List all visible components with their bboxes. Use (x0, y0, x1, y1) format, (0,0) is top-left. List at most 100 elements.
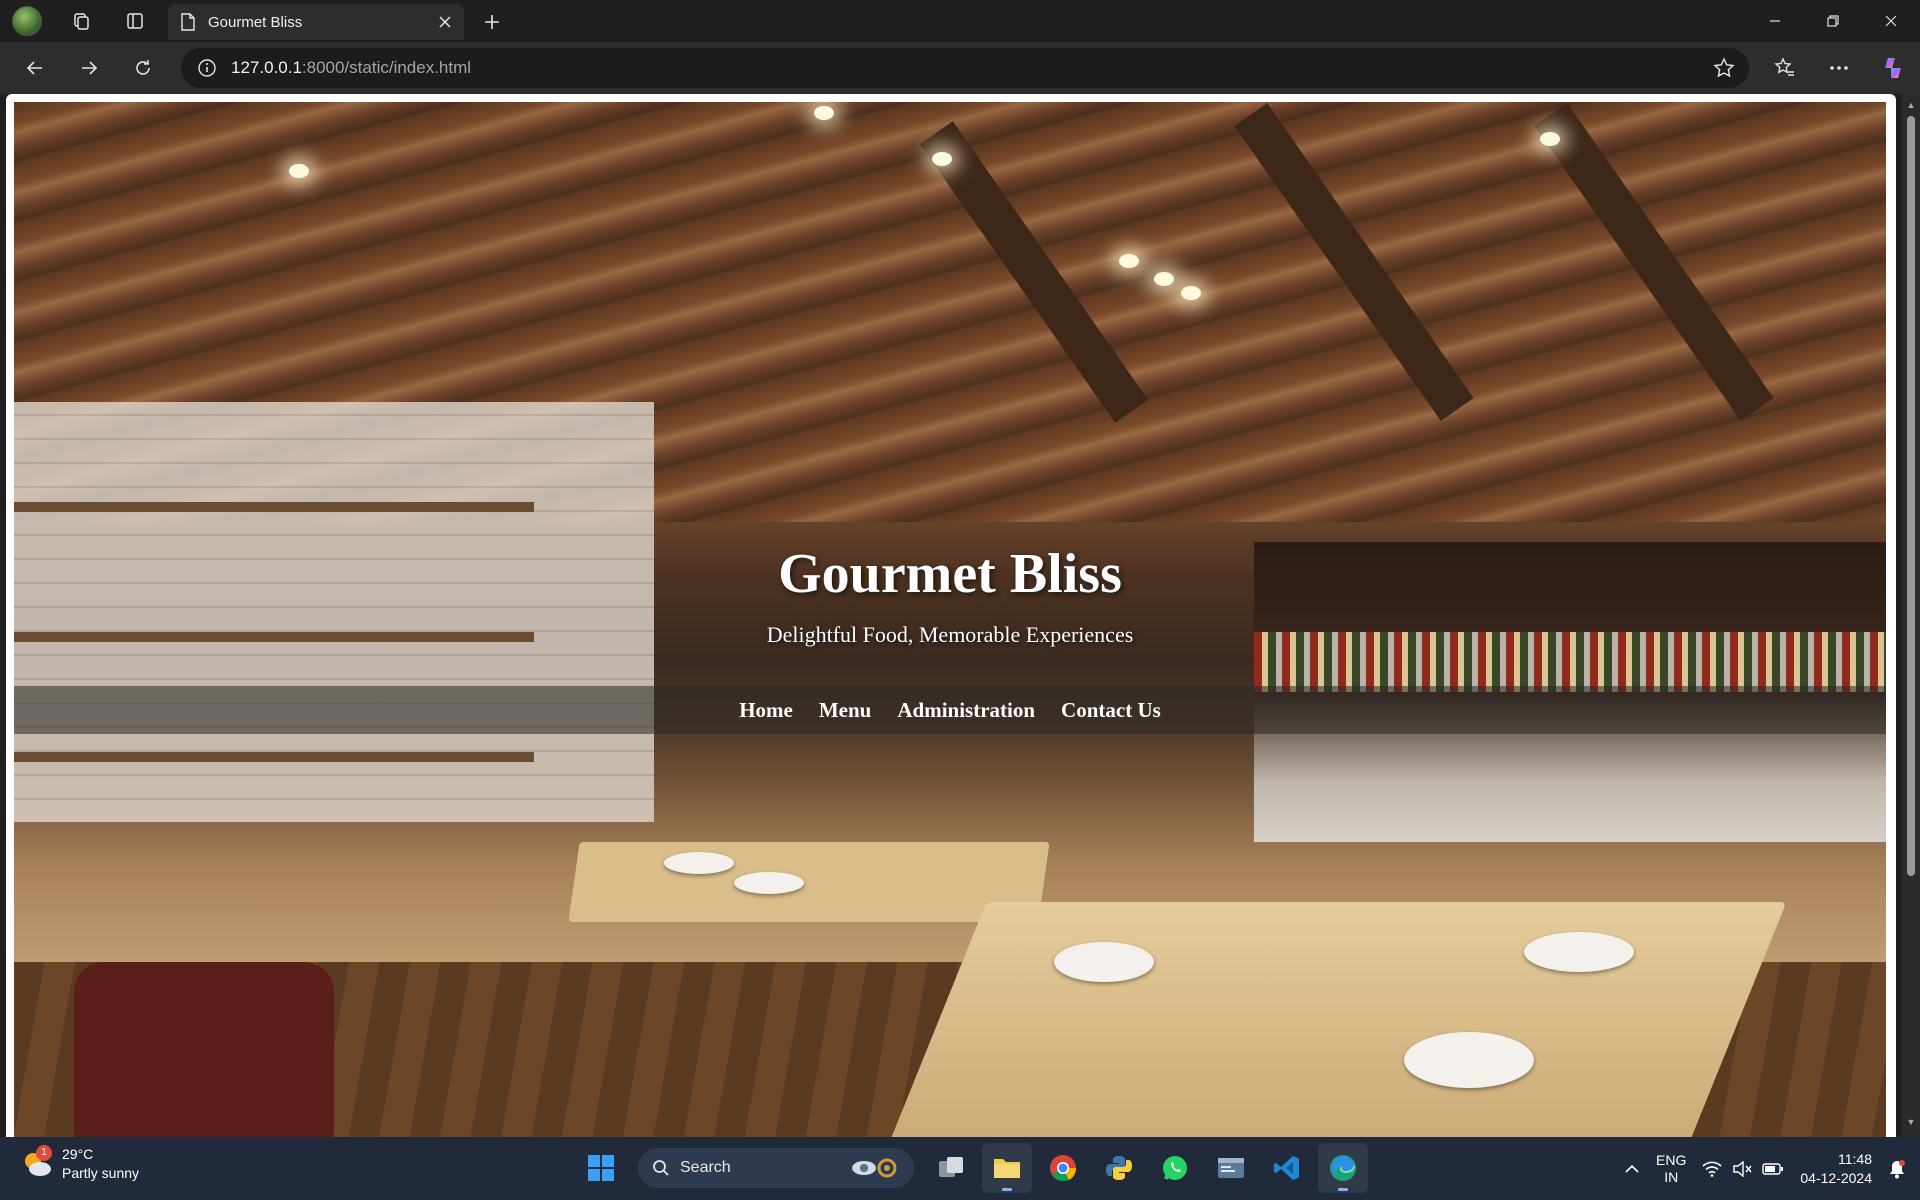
profile-button[interactable] (0, 0, 54, 42)
minimize-button[interactable] (1746, 0, 1804, 42)
notification-badge: 1 (36, 1145, 52, 1161)
search-highlight-icon (852, 1158, 897, 1178)
workspaces-button[interactable] (54, 0, 108, 42)
partly-sunny-icon: 1 (20, 1145, 54, 1181)
copilot-icon (1885, 58, 1901, 78)
minimize-icon (1770, 20, 1780, 22)
site-nav: Home Menu Administration Contact Us (14, 686, 1886, 734)
nav-menu-link[interactable]: Menu (819, 698, 872, 723)
scrollbar-thumb[interactable] (1907, 116, 1915, 876)
edge-button[interactable] (1318, 1143, 1368, 1193)
chevron-up-icon (1625, 1164, 1639, 1173)
ceiling-light (1154, 272, 1174, 286)
tab-title: Gourmet Bliss (208, 13, 303, 31)
copilot-button[interactable] (1866, 46, 1920, 90)
language-code: ENG (1656, 1151, 1687, 1168)
vscode-button[interactable] (1262, 1143, 1312, 1193)
ceiling-light (1119, 254, 1139, 268)
notifications-button[interactable] (1880, 1159, 1920, 1179)
restore-icon (1827, 15, 1839, 27)
plate (1404, 1032, 1534, 1088)
clock[interactable]: 11:48 04-12-2024 (1792, 1150, 1880, 1188)
windows-logo-icon (588, 1155, 614, 1181)
whatsapp-icon (1163, 1156, 1187, 1180)
browser-title-bar: Gourmet Bliss (0, 0, 1920, 42)
nav-administration-link[interactable]: Administration (897, 698, 1035, 723)
speaker-muted-icon (1733, 1160, 1752, 1177)
page-scrollbar[interactable]: ▲ ▼ (1902, 94, 1920, 1137)
vertical-tabs-icon (127, 13, 143, 29)
nav-home-link[interactable]: Home (739, 698, 793, 723)
python-icon (1106, 1156, 1132, 1180)
start-button[interactable] (576, 1143, 626, 1193)
python-button[interactable] (1094, 1143, 1144, 1193)
close-window-button[interactable] (1862, 0, 1920, 42)
dining-table (881, 902, 1787, 1137)
tab-actions-button[interactable] (108, 0, 162, 42)
shelf (14, 502, 534, 512)
browser-viewport: Gourmet Bliss Delightful Food, Memorable… (0, 94, 1920, 1137)
nav-contact-link[interactable]: Contact Us (1061, 698, 1161, 723)
favorites-button[interactable] (1758, 46, 1812, 90)
file-explorer-button[interactable] (982, 1143, 1032, 1193)
arrow-left-icon (26, 61, 42, 75)
ceiling-light (1540, 132, 1560, 146)
plus-icon (485, 15, 499, 29)
clock-time: 11:48 (1838, 1150, 1872, 1167)
ceiling-light (289, 164, 309, 178)
scroll-down-arrow[interactable]: ▼ (1905, 1117, 1917, 1127)
language-region: IN (1664, 1168, 1679, 1185)
back-button[interactable] (8, 46, 62, 90)
vscode-icon (1274, 1156, 1299, 1180)
ceiling-light (932, 152, 952, 166)
app-window-icon (1218, 1158, 1244, 1178)
profile-avatar (12, 6, 42, 36)
chrome-button[interactable] (1038, 1143, 1088, 1193)
more-menu-button[interactable] (1812, 46, 1866, 90)
whatsapp-button[interactable] (1150, 1143, 1200, 1193)
terminal-button[interactable] (1206, 1143, 1256, 1193)
address-bar[interactable]: 127.0.0.1:8000/static/index.html (181, 48, 1749, 88)
clock-date: 04-12-2024 (1800, 1169, 1872, 1186)
search-label: Search (680, 1159, 731, 1176)
plate (1524, 932, 1634, 972)
chrome-icon (1050, 1155, 1077, 1182)
new-tab-button[interactable] (474, 4, 510, 40)
dining-table (568, 842, 1050, 922)
site-title: Gourmet Bliss (778, 543, 1122, 605)
favorite-star-icon[interactable] (1713, 57, 1735, 79)
forward-button[interactable] (62, 46, 116, 90)
arrow-right-icon (82, 61, 98, 75)
quick-settings-button[interactable] (1694, 1160, 1792, 1177)
info-icon[interactable] (197, 58, 217, 78)
web-page: Gourmet Bliss Delightful Food, Memorable… (6, 94, 1896, 1137)
workspaces-icon (74, 13, 89, 30)
close-tab-icon[interactable] (438, 15, 452, 29)
browser-toolbar: 127.0.0.1:8000/static/index.html (0, 42, 1920, 94)
weather-temperature: 29°C (62, 1146, 94, 1162)
leather-chair (74, 962, 334, 1137)
ceiling-light (814, 106, 834, 120)
refresh-button[interactable] (116, 46, 170, 90)
site-subtitle: Delightful Food, Memorable Experiences (766, 622, 1134, 647)
battery-icon (1762, 1162, 1784, 1175)
favorites-list-icon (1774, 57, 1794, 76)
edge-icon (1330, 1155, 1356, 1181)
restore-button[interactable] (1804, 0, 1862, 42)
search-icon (653, 1160, 669, 1176)
task-view-button[interactable] (926, 1143, 976, 1193)
ceiling-light (1181, 286, 1201, 300)
browser-tab[interactable]: Gourmet Bliss (168, 4, 464, 40)
folder-icon (994, 1159, 1020, 1178)
scroll-up-arrow[interactable]: ▲ (1905, 100, 1917, 110)
refresh-icon (136, 60, 150, 75)
plate (664, 852, 734, 874)
shelf (14, 752, 534, 762)
task-view-icon (939, 1157, 963, 1177)
weather-widget[interactable]: 1 29°C Partly sunny (20, 1145, 139, 1183)
wifi-icon (1702, 1161, 1722, 1177)
language-indicator[interactable]: ENG IN (1648, 1152, 1694, 1186)
close-icon (1885, 15, 1897, 27)
show-hidden-icons-button[interactable] (1616, 1163, 1648, 1175)
taskbar-search[interactable]: Search (638, 1148, 914, 1188)
